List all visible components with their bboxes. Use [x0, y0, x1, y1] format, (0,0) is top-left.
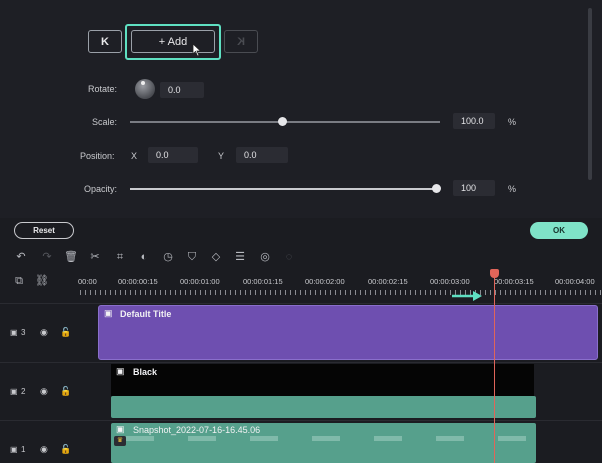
playhead-line[interactable]	[494, 274, 495, 463]
panel-scrollbar[interactable]	[588, 8, 592, 180]
black-clip-audio[interactable]	[111, 396, 536, 418]
rotate-input[interactable]: 0.0	[160, 82, 204, 98]
lock-icon[interactable]: 🔓	[60, 444, 71, 455]
mark-icon[interactable]: ⛉	[185, 250, 199, 264]
opacity-slider-thumb[interactable]	[432, 184, 441, 193]
keyframe-icon[interactable]: ◇	[209, 250, 223, 264]
playhead-handle[interactable]	[490, 269, 499, 278]
next-keyframe-button[interactable]: K	[224, 30, 258, 53]
next-keyframe-label: K	[237, 35, 245, 48]
color-icon[interactable]: ◐	[137, 250, 151, 264]
track-number: 3	[21, 328, 26, 337]
scale-label: Scale:	[92, 117, 118, 127]
delete-icon[interactable]: 🗑	[64, 250, 78, 264]
video-track-icon: ▣	[10, 387, 18, 396]
ruler-tick: 00:00:01:00	[180, 277, 220, 286]
snapshot-thumbnails	[126, 436, 531, 441]
image-clip-icon: ▣	[116, 424, 125, 434]
video-track-icon: ▣	[10, 445, 18, 454]
prev-keyframe-label: K	[101, 35, 109, 48]
silence-icon[interactable]: ◌	[282, 250, 296, 264]
position-y-input[interactable]: 0.0	[236, 147, 288, 163]
crown-icon: ♛	[114, 436, 126, 446]
stabilize-icon[interactable]: ◎	[258, 250, 272, 264]
crop-icon[interactable]: ⌗	[113, 250, 127, 264]
track-separator	[0, 362, 602, 363]
cut-icon[interactable]: ✂	[88, 250, 102, 264]
ruler-tick: 00:00:03:15	[494, 277, 534, 286]
scale-unit: %	[508, 117, 517, 127]
snapshot-clip-name: Snapshot_2022-07-16-16.45.06	[133, 425, 261, 435]
track-separator	[0, 303, 602, 304]
opacity-unit: %	[508, 184, 517, 194]
track-separator	[0, 420, 602, 421]
prev-keyframe-button[interactable]: K	[88, 30, 122, 53]
arrow-right-icon	[452, 291, 482, 301]
video-track-icon: ▣	[10, 328, 18, 337]
ruler-ticks	[80, 290, 602, 295]
black-clip-name: Black	[133, 367, 158, 377]
add-keyframe-label: + Add	[158, 35, 188, 48]
ruler-tick: 00:00:03:00	[430, 277, 470, 286]
rotate-knob-indicator	[141, 81, 145, 85]
lock-icon[interactable]: 🔓	[60, 327, 71, 338]
reset-label: Reset	[33, 226, 55, 235]
image-clip-icon: ▣	[116, 366, 125, 376]
position-y-label: Y	[218, 151, 225, 161]
opacity-slider-track[interactable]	[130, 188, 440, 190]
eye-icon[interactable]: ◉	[40, 327, 48, 338]
title-clip[interactable]	[98, 305, 598, 360]
title-clip-icon: ▣	[104, 308, 113, 318]
track-number: 1	[21, 445, 26, 454]
lock-icon[interactable]: 🔓	[60, 386, 71, 397]
mouse-cursor-icon	[192, 43, 202, 57]
ruler-tick: 00:00:02:15	[368, 277, 408, 286]
undo-icon[interactable]: ↶	[14, 250, 28, 264]
speed-icon[interactable]: ◷	[161, 250, 175, 264]
scale-slider-thumb[interactable]	[278, 117, 287, 126]
redo-icon[interactable]: ↷	[40, 250, 54, 264]
reset-button[interactable]: Reset	[14, 222, 74, 239]
opacity-input[interactable]: 100	[453, 180, 495, 196]
scale-input[interactable]: 100.0	[453, 113, 495, 129]
ruler-tick: 00:00:00:15	[118, 277, 158, 286]
eye-icon[interactable]: ◉	[40, 386, 48, 397]
ruler-tick: 00:00:02:00	[305, 277, 345, 286]
position-label: Position:	[80, 151, 115, 161]
position-x-label: X	[131, 151, 138, 161]
ok-button[interactable]: OK	[530, 222, 588, 239]
track-number: 2	[21, 387, 26, 396]
adjust-icon[interactable]: ☰	[233, 250, 247, 264]
ruler-tick: 00:00:04:00	[555, 277, 595, 286]
ok-label: OK	[553, 226, 565, 235]
ruler-tick: 00:00:01:15	[243, 277, 283, 286]
add-track-icon[interactable]: ⧉	[12, 274, 26, 288]
title-clip-name: Default Title	[120, 309, 172, 319]
eye-icon[interactable]: ◉	[40, 444, 48, 455]
opacity-label: Opacity:	[84, 184, 118, 194]
ruler-tick: 00:00	[78, 277, 97, 286]
position-x-input[interactable]: 0.0	[148, 147, 198, 163]
rotate-knob[interactable]	[135, 79, 155, 99]
link-icon[interactable]: ⛓	[35, 274, 49, 288]
black-clip[interactable]	[111, 364, 534, 396]
rotate-label: Rotate:	[88, 84, 118, 94]
add-keyframe-button[interactable]: + Add	[131, 30, 215, 53]
